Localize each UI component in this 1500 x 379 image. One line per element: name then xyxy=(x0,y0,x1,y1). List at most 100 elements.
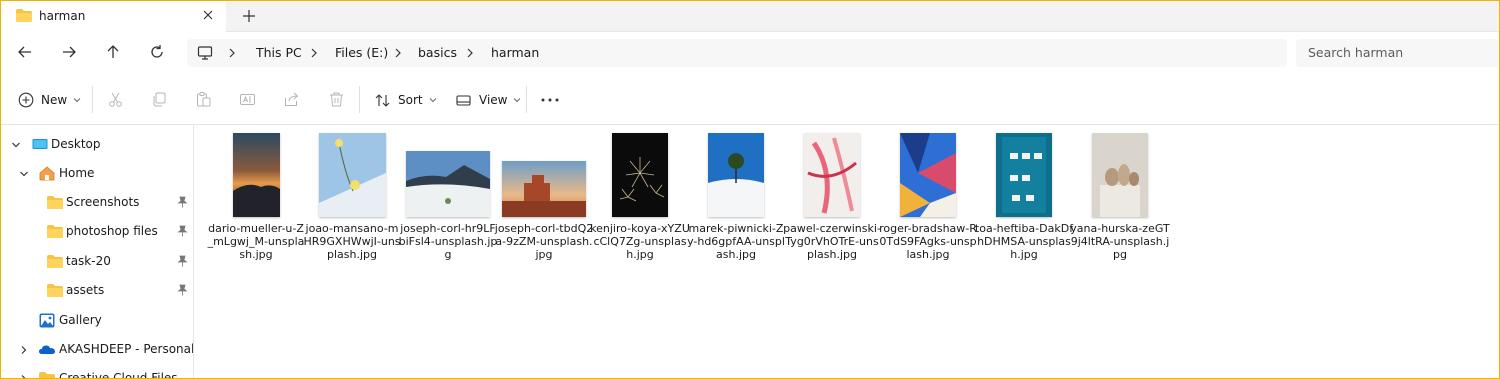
file-explorer-window: harman This PC Files (E:) basics harman … xyxy=(0,0,1500,379)
chevron-right-icon xyxy=(311,48,317,58)
breadcrumb[interactable]: This PC Files (E:) basics harman xyxy=(187,39,1287,67)
close-icon[interactable] xyxy=(201,8,215,22)
image-thumbnail xyxy=(708,133,764,217)
file-item[interactable]: joao-mansano-mHR9GXHWwjI-unsplash.jpg xyxy=(303,125,401,275)
image-thumbnail xyxy=(612,133,668,217)
image-thumbnail xyxy=(406,151,490,217)
chevron-down-icon xyxy=(20,171,28,177)
nav-label: Creative Cloud Files... xyxy=(59,371,189,379)
file-name: joseph-corl-tbdQ2a-9zZM-unsplash.jpg xyxy=(494,222,594,261)
up-arrow-icon[interactable] xyxy=(104,43,122,61)
chevron-down-icon xyxy=(73,98,81,103)
nav-label: task-20 xyxy=(66,254,111,268)
file-item[interactable]: marek-piwnicki-Zy-hd6gpfAA-unsplash.jpg xyxy=(687,125,785,275)
nav-label: Screenshots xyxy=(66,195,140,209)
new-label: New xyxy=(41,93,68,107)
home-icon xyxy=(39,166,55,181)
nav-label: Gallery xyxy=(59,313,102,327)
view-button[interactable]: View xyxy=(455,90,521,110)
file-item[interactable]: dario-mueller-u-Z_mLgwj_M-unsplash.jpg xyxy=(208,125,304,275)
refresh-icon[interactable] xyxy=(148,43,166,61)
toolbar-divider xyxy=(92,86,93,113)
copy-icon[interactable] xyxy=(151,91,168,108)
image-thumbnail xyxy=(900,133,956,217)
search-placeholder: Search harman xyxy=(1308,45,1404,60)
pin-icon xyxy=(177,284,188,296)
folder-icon xyxy=(47,225,63,238)
file-item[interactable]: pawel-czerwinski-Tyg0rVhOTrE-unsplash.jp… xyxy=(783,125,881,275)
file-item[interactable]: joseph-corl-tbdQ2a-9zZM-unsplash.jpg xyxy=(494,125,594,275)
file-name: joao-mansano-mHR9GXHWwjI-unsplash.jpg xyxy=(303,222,401,261)
file-item[interactable]: roger-bradshaw-R0TdS9FAgks-unsplash.jpg xyxy=(879,125,977,275)
file-name: dario-mueller-u-Z_mLgwj_M-unsplash.jpg xyxy=(207,222,305,261)
image-thumbnail xyxy=(502,161,586,217)
back-arrow-icon[interactable] xyxy=(16,43,34,61)
desktop-icon xyxy=(32,139,48,149)
file-name: marek-piwnicki-Zy-hd6gpfAA-unsplash.jpg xyxy=(687,222,785,261)
navigation-pane: Desktop Home Screenshots photoshop files… xyxy=(1,125,194,379)
cut-icon[interactable] xyxy=(107,91,124,108)
sort-button[interactable]: Sort xyxy=(374,90,437,110)
view-label: View xyxy=(479,93,508,107)
gallery-icon xyxy=(39,313,55,328)
toolbar-divider xyxy=(526,86,527,113)
chevron-right-icon xyxy=(467,48,473,58)
folder-icon xyxy=(39,372,55,378)
folder-icon xyxy=(16,9,32,22)
paste-icon[interactable] xyxy=(195,91,212,108)
folder-icon xyxy=(47,255,63,268)
file-item[interactable]: joseph-corl-hr9LFbiFsl4-unsplash.jpg xyxy=(398,125,498,275)
nav-item-assets[interactable]: assets xyxy=(1,276,193,305)
chevron-down-icon xyxy=(12,142,20,148)
nav-item-screenshots[interactable]: Screenshots xyxy=(1,188,193,217)
breadcrumb-harman[interactable]: harman xyxy=(491,45,539,60)
file-name: roger-bradshaw-R0TdS9FAgks-unsplash.jpg xyxy=(879,222,977,261)
nav-item-photoshop-files[interactable]: photoshop files xyxy=(1,217,193,246)
chevron-right-icon xyxy=(229,48,235,58)
delete-icon[interactable] xyxy=(328,91,345,108)
file-item[interactable]: kenjiro-koya-xYZUcClQ7Zg-unsplash.jpg xyxy=(590,125,690,275)
share-icon[interactable] xyxy=(283,91,300,108)
forward-arrow-icon[interactable] xyxy=(60,43,78,61)
rename-icon[interactable] xyxy=(239,91,256,108)
view-layout-icon xyxy=(456,94,471,106)
chevron-right-icon xyxy=(21,375,26,378)
toolbar-divider xyxy=(359,86,360,113)
image-thumbnail xyxy=(996,133,1052,217)
file-name: toa-heftiba-DakDfhDHMSA-unsplash.jpg xyxy=(974,222,1074,261)
folder-icon xyxy=(47,196,63,209)
pin-icon xyxy=(177,225,188,237)
new-tab-plus-icon[interactable] xyxy=(241,8,257,24)
plus-circle-icon xyxy=(18,92,34,108)
chevron-down-icon xyxy=(514,98,521,103)
file-name: kenjiro-koya-xYZUcClQ7Zg-unsplash.jpg xyxy=(590,222,690,261)
address-bar: This PC Files (E:) basics harman Search … xyxy=(1,32,1499,74)
chevron-right-icon xyxy=(395,48,401,58)
pin-icon xyxy=(177,255,188,267)
file-item[interactable]: yana-hurska-zeGT9j4ltRA-unsplash.jpg xyxy=(1070,125,1170,275)
search-input[interactable]: Search harman xyxy=(1296,39,1498,67)
breadcrumb-files-e[interactable]: Files (E:) xyxy=(335,45,388,60)
breadcrumb-basics[interactable]: basics xyxy=(418,45,457,60)
tab-harman[interactable]: harman xyxy=(1,1,226,32)
more-options-icon[interactable] xyxy=(541,98,559,102)
nav-label: assets xyxy=(66,283,105,297)
tab-strip: harman xyxy=(1,1,1499,32)
file-item[interactable]: toa-heftiba-DakDfhDHMSA-unsplash.jpg xyxy=(974,125,1074,275)
file-list: dario-mueller-u-Z_mLgwj_M-unsplash.jpg j… xyxy=(195,125,1499,378)
new-button[interactable]: New xyxy=(18,90,81,110)
folder-icon xyxy=(47,284,63,297)
nav-item-onedrive-personal[interactable]: AKASHDEEP - Personal xyxy=(1,335,193,364)
breadcrumb-this-pc[interactable]: This PC xyxy=(256,45,302,60)
pin-icon xyxy=(177,196,188,208)
nav-item-desktop[interactable]: Desktop xyxy=(1,130,193,159)
nav-item-task-20[interactable]: task-20 xyxy=(1,247,193,276)
chevron-right-icon xyxy=(21,346,27,354)
nav-item-creative-cloud-files[interactable]: Creative Cloud Files... xyxy=(1,364,193,379)
computer-icon xyxy=(197,46,213,60)
file-name: joseph-corl-hr9LFbiFsl4-unsplash.jpg xyxy=(398,222,498,261)
nav-item-home[interactable]: Home xyxy=(1,159,193,188)
nav-label: photoshop files xyxy=(66,224,158,238)
nav-item-gallery[interactable]: Gallery xyxy=(1,306,193,335)
sort-arrows-icon xyxy=(375,93,390,107)
